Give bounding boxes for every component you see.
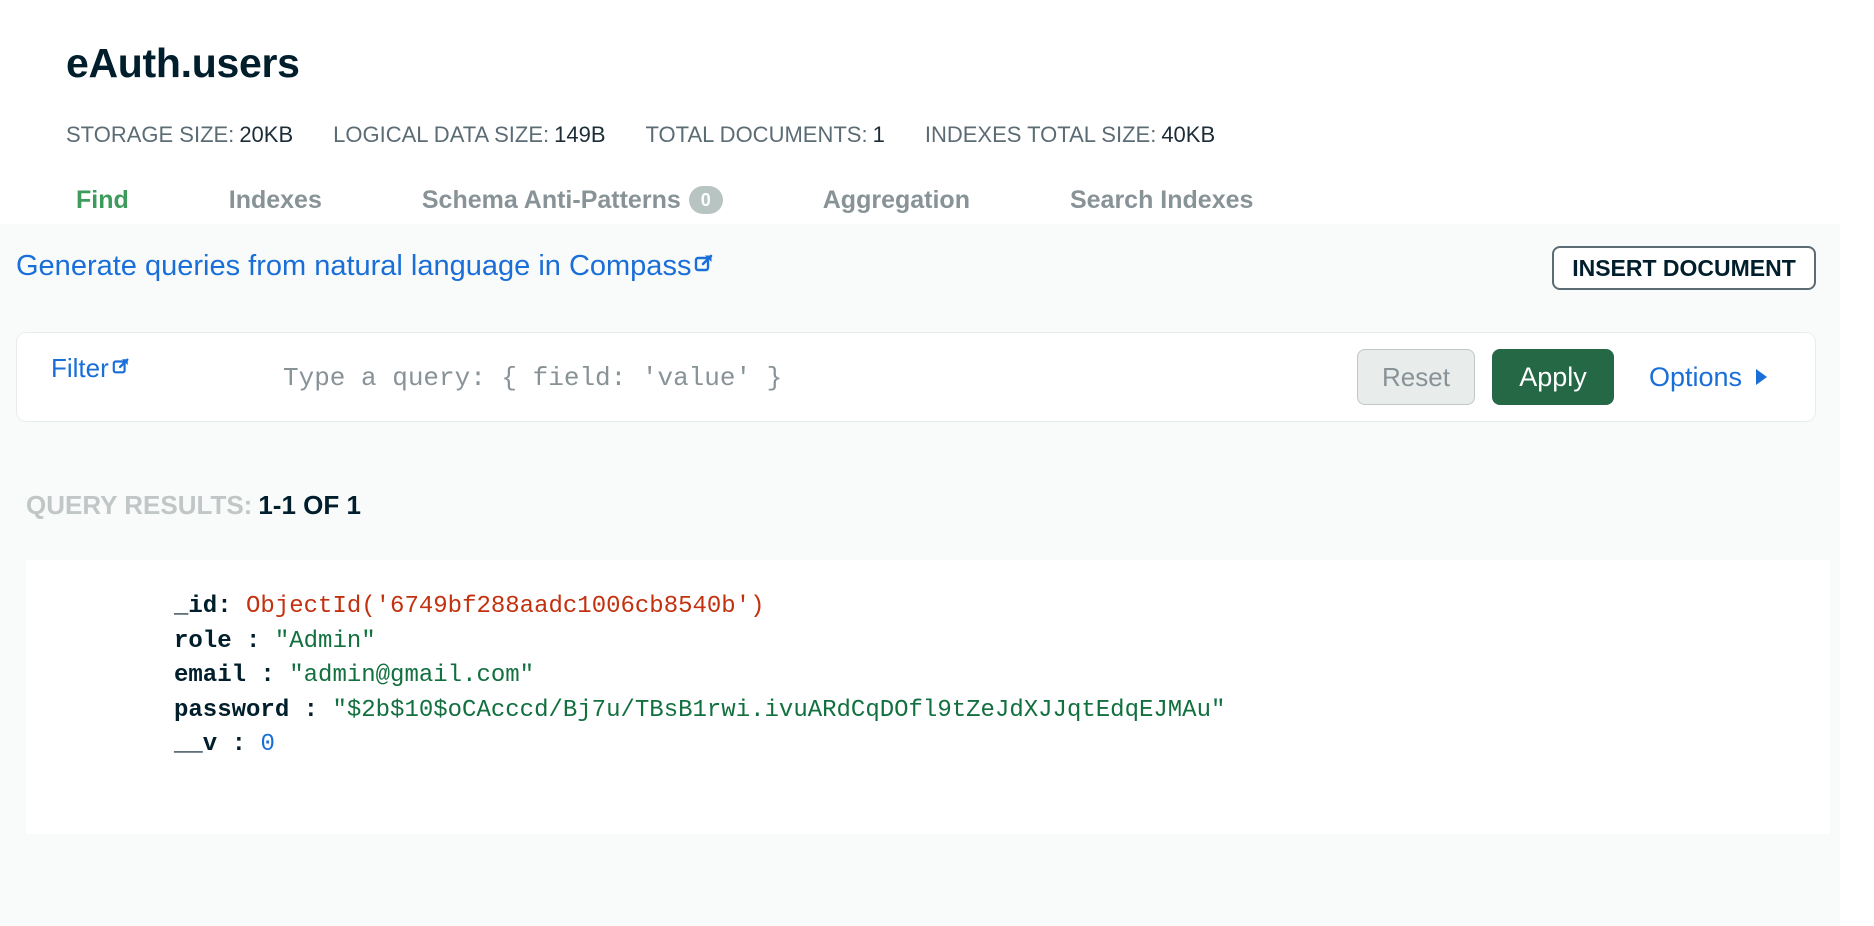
field-key: role [174,627,232,655]
external-link-icon [694,248,714,281]
field-separator: : [217,593,247,620]
tab-search-indexes[interactable]: Search Indexes [1070,186,1253,215]
field-key: _id [174,593,218,620]
field-value: "$2b$10$oCAcccd/Bj7u/TBsB1rwi.ivuARdCqDO… [332,696,1226,724]
document-card[interactable]: _id: ObjectId('6749bf288aadc1006cb8540b'… [26,560,1830,834]
field-key: password [174,696,290,724]
document-field-email: email : "admin@gmail.com" [174,659,1225,694]
field-value: "Admin" [274,627,376,655]
stat-indexes-total-size: INDEXES TOTAL SIZE: 40KB [925,122,1215,148]
document-field-role: role : "Admin" [174,625,1225,660]
field-key: __v [174,731,218,758]
external-link-icon [112,351,130,382]
query-bar: Filter Reset Apply Options [16,332,1816,422]
collection-tabs: Find Indexes Schema Anti-Patterns 0 Aggr… [76,180,1353,220]
find-panel: Generate queries from natural language i… [0,224,1840,926]
tab-indexes[interactable]: Indexes [229,186,322,215]
field-separator: : [231,627,275,655]
stat-value: 40KB [1161,122,1216,147]
results-label: QUERY RESULTS: [26,490,253,520]
document-field-version: __v : 0 [174,728,1225,763]
tab-label: Indexes [228,185,322,214]
options-toggle[interactable]: Options [1649,349,1768,405]
field-value: ObjectId('6749bf288aadc1006cb8540b') [246,593,765,620]
compass-nl-query-link[interactable]: Generate queries from natural language i… [16,250,714,283]
stat-label: INDEXES TOTAL SIZE: [924,122,1157,147]
stat-label: STORAGE SIZE: [66,122,235,147]
tab-label: Aggregation [822,185,970,214]
stat-value: 1 [872,122,885,147]
page: eAuth.users STORAGE SIZE: 20KB LOGICAL DA… [0,0,1874,926]
document-fields: _id: ObjectId('6749bf288aadc1006cb8540b'… [174,590,1225,763]
collection-title: eAuth.users [66,40,300,86]
filter-query-input[interactable] [281,351,1365,405]
link-text: Generate queries from natural language i… [16,250,692,282]
tab-find[interactable]: Find [76,186,129,215]
apply-button[interactable]: Apply [1492,349,1614,405]
collection-stats: STORAGE SIZE: 20KB LOGICAL DATA SIZE: 149B… [66,121,1255,149]
stat-storage-size: STORAGE SIZE: 20KB [66,122,293,148]
field-separator: : [217,731,261,758]
tab-label: Search Indexes [1069,185,1254,214]
insert-document-button[interactable]: INSERT DOCUMENT [1552,246,1816,290]
tab-label: Find [76,185,129,214]
field-separator: : [289,696,333,724]
document-field-id: _id: ObjectId('6749bf288aadc1006cb8540b'… [174,590,1225,625]
count-badge: 0 [688,186,723,214]
caret-right-icon [1756,369,1768,385]
field-separator: : [246,662,290,689]
query-results-summary: QUERY RESULTS: 1-1 OF 1 [26,490,361,521]
stat-value: 20KB [239,122,294,147]
tab-schema-anti-patterns[interactable]: Schema Anti-Patterns 0 [422,186,723,215]
stat-value: 149B [554,122,606,147]
stat-logical-data-size: LOGICAL DATA SIZE: 149B [333,122,605,148]
options-label: Options [1649,361,1743,392]
tab-aggregation[interactable]: Aggregation [823,186,970,215]
document-field-password: password : "$2b$10$oCAcccd/Bj7u/TBsB1rwi… [174,694,1225,729]
results-count: 1-1 OF 1 [258,490,361,520]
collection-header: eAuth.users STORAGE SIZE: 20KB LOGICAL DA… [0,0,1840,224]
filter-label: Filter [51,353,109,383]
tab-label: Schema Anti-Patterns [421,185,681,214]
stat-label: LOGICAL DATA SIZE: [333,122,550,147]
stat-total-documents: TOTAL DOCUMENTS: 1 [646,122,885,148]
reset-button[interactable]: Reset [1357,349,1475,405]
stat-label: TOTAL DOCUMENTS: [645,122,868,147]
field-key: email [174,662,247,689]
field-value: "admin@gmail.com" [289,662,535,689]
field-value: 0 [260,731,275,758]
filter-help-link[interactable]: Filter [51,353,130,384]
